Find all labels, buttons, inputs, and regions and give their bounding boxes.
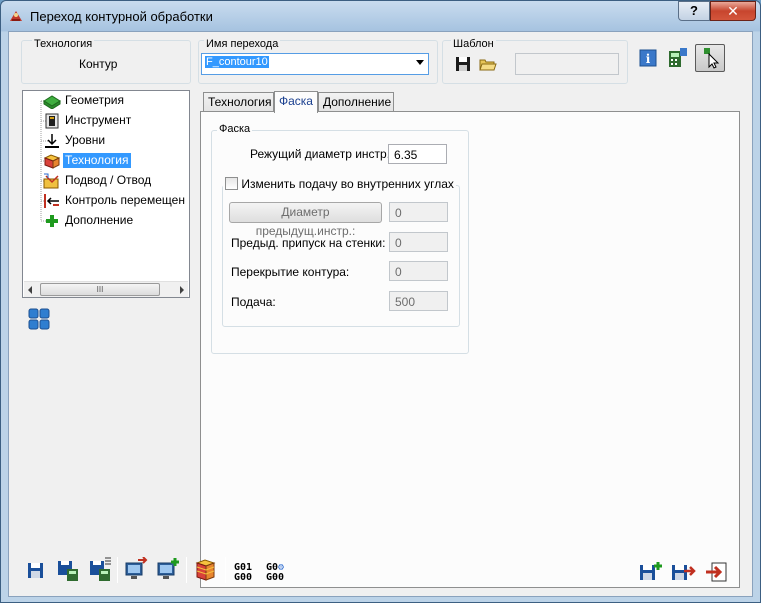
inner-corner-checkbox-row[interactable]: Изменить подачу во внутренних углах	[223, 177, 456, 191]
cut-diameter-label: Режущий диаметр инстр.:	[250, 147, 394, 161]
gcode-2-bottom: G00	[266, 572, 285, 583]
calculator-icon[interactable]	[667, 47, 689, 69]
prev-tool-diameter-button: Диаметр предыдущ.инстр.:	[229, 202, 382, 238]
gcode-button-2[interactable]: G0⚙ G00	[266, 563, 284, 583]
tree-horizontal-scrollbar[interactable]: III	[24, 281, 188, 297]
technology-group: Технология Контур	[21, 38, 191, 84]
approach-icon	[43, 173, 59, 189]
transition-name-value: F_contour10	[205, 56, 269, 68]
scroll-thumb-grip: III	[96, 285, 104, 294]
technology-stack-icon[interactable]	[192, 557, 218, 583]
dialog-window: Переход контурной обработки ? ✕ Технолог…	[0, 0, 761, 603]
transition-name-label: Имя перехода	[204, 38, 281, 50]
tree-item-label: Уровни	[65, 133, 106, 147]
chamfer-group-label: Фаска	[217, 123, 253, 135]
cut-diameter-value: 6.35	[394, 148, 418, 162]
scroll-thumb[interactable]: III	[40, 283, 160, 296]
technology-icon	[43, 154, 61, 169]
export-transition-icon[interactable]	[123, 557, 149, 583]
gcode-button-1[interactable]: G01 G00	[234, 563, 252, 583]
prev-allowance-label: Предыд. припуск на стенки:	[231, 236, 386, 250]
feed-label: Подача:	[231, 295, 276, 309]
open-folder-icon[interactable]	[479, 56, 497, 72]
tree-item-label: Дополнение	[65, 213, 134, 227]
feed-input: 500	[389, 291, 448, 311]
tab-technology[interactable]: Технология	[203, 92, 274, 112]
transition-name-combobox[interactable]: F_contour10	[201, 53, 429, 75]
motion-control-icon	[44, 194, 59, 208]
scroll-left-icon[interactable]	[28, 286, 32, 294]
save-apply-icon[interactable]	[670, 559, 696, 585]
exit-icon[interactable]	[704, 559, 730, 585]
cursor-icon	[704, 48, 720, 69]
app-icon	[10, 11, 22, 21]
feed-value: 500	[395, 295, 416, 309]
chevron-down-icon[interactable]	[416, 60, 424, 65]
tree-item-label: Подвод / Отвод	[65, 173, 152, 187]
gcode-1-bottom: G00	[234, 572, 253, 583]
toolbar-separator	[117, 557, 118, 583]
window-title: Переход контурной обработки	[30, 9, 213, 24]
contour-overlap-value: 0	[395, 265, 402, 279]
svg-text:i: i	[646, 52, 651, 66]
cut-diameter-input[interactable]: 6.35	[388, 144, 447, 164]
prev-tool-diameter-label: Диаметр предыдущ.инстр.:	[255, 205, 356, 238]
info-icon[interactable]: i	[639, 49, 657, 67]
save-icon[interactable]	[23, 557, 49, 583]
save-template-icon[interactable]	[455, 56, 471, 72]
inner-corner-checkbox-label: Изменить подачу во внутренних углах	[241, 177, 454, 191]
transition-name-group: Имя перехода F_contour10	[198, 38, 438, 84]
contour-overlap-label: Перекрытие контура:	[231, 265, 350, 279]
tree-item-label: Геометрия	[65, 93, 124, 107]
tree-item-label: Технология	[63, 153, 131, 168]
toolbar-separator	[225, 557, 226, 583]
close-button[interactable]: ✕	[710, 1, 756, 21]
prev-tool-diameter-value: 0	[395, 206, 402, 220]
levels-icon	[45, 134, 59, 148]
scroll-right-icon[interactable]	[180, 286, 184, 294]
help-button[interactable]: ?	[678, 1, 710, 21]
tree-item-label: Инструмент	[65, 113, 132, 127]
chamfer-tab-panel: Фаска Режущий диаметр инстр.: 6.35 Измен…	[200, 111, 740, 588]
prev-allowance-input: 0	[389, 232, 448, 252]
tool-icon	[45, 113, 59, 129]
addition-icon	[46, 215, 58, 227]
inner-corner-checkbox[interactable]	[225, 177, 238, 190]
template-field	[515, 53, 619, 75]
tab-chamfer[interactable]: Фаска	[274, 91, 318, 113]
dialog-client: Технология Контур Имя перехода F_contour…	[8, 31, 753, 597]
save-calc-all-icon[interactable]	[87, 557, 113, 583]
save-add-icon[interactable]	[638, 559, 664, 585]
geometry-icon	[43, 95, 61, 109]
contour-overlap-input: 0	[389, 261, 448, 281]
technology-group-label: Технология	[32, 38, 95, 50]
layout-grid-icon[interactable]	[28, 308, 50, 330]
technology-value: Контур	[79, 57, 118, 71]
toolbar-separator	[186, 557, 187, 583]
add-transition-icon[interactable]	[155, 557, 181, 583]
title-bar[interactable]: Переход контурной обработки ? ✕	[1, 1, 760, 31]
save-calc-icon[interactable]	[55, 557, 81, 583]
navigation-tree: Геометрия Инструмент Уровни Технология П…	[22, 90, 190, 298]
prev-allowance-value: 0	[395, 236, 402, 250]
template-group: Шаблон	[442, 38, 628, 84]
template-group-label: Шаблон	[451, 38, 496, 50]
select-cursor-button[interactable]	[695, 44, 725, 72]
tab-addition[interactable]: Дополнение	[318, 92, 394, 112]
prev-tool-diameter-input: 0	[389, 202, 448, 222]
tree-item-label: Контроль перемещен	[65, 193, 185, 207]
inner-corner-group: Изменить подачу во внутренних углах Диам…	[222, 177, 460, 327]
chamfer-group: Фаска Режущий диаметр инстр.: 6.35 Измен…	[211, 123, 469, 354]
